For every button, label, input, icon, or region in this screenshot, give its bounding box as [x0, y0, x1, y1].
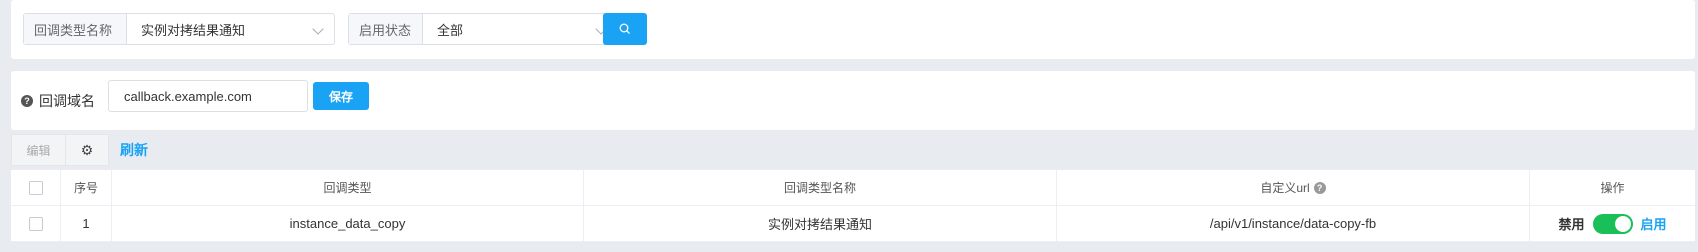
select-all-checkbox[interactable] [28, 180, 43, 195]
domain-label-text: 回调域名 [39, 93, 95, 109]
toggle-knob [1614, 215, 1631, 232]
settings-button[interactable]: ⚙ [66, 134, 109, 166]
table-header: 序号 回调类型 回调类型名称 自定义url ? 操作 [11, 170, 1695, 206]
callback-domain-input[interactable] [108, 80, 308, 112]
row-checkbox[interactable] [28, 216, 43, 231]
disable-link[interactable]: 禁用 [1558, 214, 1584, 233]
search-button[interactable] [603, 13, 647, 45]
domain-label: ? 回调域名 [21, 91, 95, 111]
header-type-name: 回调类型名称 [584, 170, 1057, 205]
row-actions: 禁用 启用 [1530, 206, 1695, 241]
header-url: 自定义url ? [1057, 170, 1530, 205]
filter-panel: 回调类型名称 实例对拷结果通知 启用状态 全部 [11, 0, 1695, 59]
callback-type-name-select[interactable]: 实例对拷结果通知 [127, 14, 334, 44]
enable-status-filter[interactable]: 启用状态 全部 [348, 13, 618, 45]
select-value: 全部 [437, 22, 464, 38]
header-checkbox-cell [11, 170, 61, 205]
question-icon[interactable]: ? [21, 95, 33, 107]
row-type-name: 实例对拷结果通知 [584, 206, 1057, 241]
callback-table: 序号 回调类型 回调类型名称 自定义url ? 操作 1 instance_da… [11, 170, 1695, 242]
chevron-down-icon [312, 23, 324, 35]
gear-icon: ⚙ [80, 141, 94, 158]
domain-panel: ? 回调域名 保存 [11, 71, 1695, 130]
question-icon[interactable]: ? [1313, 181, 1326, 194]
table-row: 1 instance_data_copy 实例对拷结果通知 /api/v1/in… [11, 206, 1695, 242]
enable-link[interactable]: 启用 [1641, 214, 1667, 233]
row-type: instance_data_copy [112, 206, 584, 241]
save-button[interactable]: 保存 [313, 82, 369, 110]
header-type: 回调类型 [112, 170, 584, 205]
row-index: 1 [61, 206, 112, 241]
filter-label: 启用状态 [349, 14, 423, 44]
edit-button[interactable]: 编辑 [11, 134, 66, 166]
callback-type-name-filter[interactable]: 回调类型名称 实例对拷结果通知 [23, 13, 335, 45]
row-url: /api/v1/instance/data-copy-fb [1057, 206, 1530, 241]
refresh-link[interactable]: 刷新 [120, 140, 148, 160]
row-checkbox-cell [11, 206, 61, 241]
header-index: 序号 [61, 170, 112, 205]
header-url-label: 自定义url [1260, 181, 1310, 195]
search-icon [619, 23, 630, 34]
select-value: 实例对拷结果通知 [141, 22, 246, 38]
enable-toggle[interactable] [1592, 213, 1633, 234]
header-actions: 操作 [1600, 181, 1625, 195]
enable-status-select[interactable]: 全部 [423, 14, 617, 44]
table-toolbar: 编辑 ⚙ 刷新 [11, 134, 148, 166]
filter-label: 回调类型名称 [24, 14, 127, 44]
